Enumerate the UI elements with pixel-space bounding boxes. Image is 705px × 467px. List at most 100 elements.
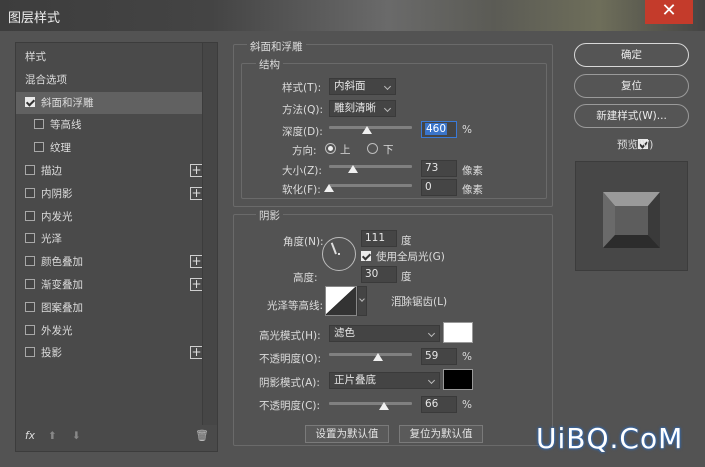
depth-input[interactable]: 460 xyxy=(421,121,457,138)
soften-slider-thumb[interactable] xyxy=(324,184,334,192)
style-item-checkbox[interactable] xyxy=(34,119,44,130)
shadow-mode-dropdown[interactable]: 正片叠底 xyxy=(329,372,440,389)
shadow-mode-label: 阴影模式(A): xyxy=(259,377,320,389)
style-item-checkbox[interactable] xyxy=(25,233,35,244)
gloss-contour-label: 光泽等高线: xyxy=(267,300,324,312)
shadow-color-swatch[interactable] xyxy=(443,369,473,390)
anti-alias-label: 消除锯齿(L) xyxy=(391,296,448,308)
reset-default-button[interactable]: 复位为默认值 xyxy=(399,425,483,443)
direction-up-radio[interactable] xyxy=(325,143,336,154)
highlight-opacity-track[interactable] xyxy=(329,353,412,356)
window-title: 图层样式 xyxy=(8,11,61,26)
reset-button[interactable]: 复位 xyxy=(574,74,689,98)
highlight-opacity-input[interactable]: 59 xyxy=(421,348,457,365)
style-item-checkbox[interactable] xyxy=(25,187,35,198)
gloss-contour-curve xyxy=(325,286,357,316)
style-item-label: 纹理 xyxy=(50,142,71,155)
soften-slider-track[interactable] xyxy=(329,184,412,187)
style-dropdown[interactable]: 内斜面 xyxy=(329,78,396,95)
new-style-button[interactable]: 新建样式(W)... xyxy=(574,104,689,128)
style-preview xyxy=(575,161,688,271)
style-item-checkbox[interactable] xyxy=(25,347,35,358)
gloss-contour-picker[interactable] xyxy=(325,286,357,316)
style-list-item[interactable]: 光泽 xyxy=(16,228,203,250)
soften-unit: 像素 xyxy=(462,184,483,196)
shadow-opacity-label: 不透明度(C): xyxy=(259,400,321,412)
size-input[interactable]: 73 xyxy=(421,160,457,177)
style-list-item[interactable]: 内发光 xyxy=(16,206,203,228)
altitude-label: 高度: xyxy=(293,272,318,284)
style-list-item[interactable]: 混合选项 xyxy=(16,69,203,91)
style-item-checkbox[interactable] xyxy=(25,301,35,312)
highlight-mode-dropdown[interactable]: 滤色 xyxy=(329,325,440,342)
fx-icon[interactable]: fx xyxy=(25,430,35,442)
style-item-checkbox[interactable] xyxy=(34,142,44,153)
highlight-color-swatch[interactable] xyxy=(443,322,473,343)
ok-button[interactable]: 确定 xyxy=(574,43,689,67)
style-list-item[interactable]: 外发光 xyxy=(16,320,203,342)
style-item-label: 等高线 xyxy=(50,119,82,132)
global-light-checkbox[interactable] xyxy=(361,251,371,261)
styles-list-scrollbar[interactable] xyxy=(202,43,217,425)
highlight-mode-label: 高光模式(H): xyxy=(259,330,321,342)
direction-label: 方向: xyxy=(292,145,317,157)
move-up-icon[interactable]: ⬆ xyxy=(48,430,57,442)
shadow-opacity-unit: % xyxy=(462,399,472,411)
style-list-item[interactable]: 投影 + xyxy=(16,342,203,364)
style-item-label: 描边 xyxy=(41,165,62,177)
gloss-contour-dropdown[interactable] xyxy=(357,286,367,316)
style-item-checkbox[interactable] xyxy=(25,324,35,335)
style-list-item[interactable]: 图案叠加 xyxy=(16,297,203,319)
shadow-opacity-track[interactable] xyxy=(329,402,412,405)
soften-input[interactable]: 0 xyxy=(421,179,457,196)
style-item-label: 图案叠加 xyxy=(41,301,83,314)
soften-label: 软化(F): xyxy=(282,184,321,196)
style-item-label: 混合选项 xyxy=(25,73,67,86)
style-item-label: 内发光 xyxy=(41,210,73,223)
style-item-label: 外发光 xyxy=(41,324,73,337)
style-list-item[interactable]: 纹理 xyxy=(16,137,203,159)
styles-list: 样式混合选项斜面和浮雕等高线纹理描边 + 内阴影 + 内发光光泽 颜色叠加 + 渐变叠加 + 图案… xyxy=(15,42,218,452)
angle-dial-center xyxy=(338,253,340,255)
style-item-checkbox[interactable] xyxy=(25,165,35,175)
highlight-opacity-thumb[interactable] xyxy=(372,353,383,361)
size-slider-track[interactable] xyxy=(329,165,412,168)
depth-unit: % xyxy=(462,124,472,136)
angle-dial[interactable] xyxy=(322,237,356,271)
set-default-button[interactable]: 设置为默认值 xyxy=(305,425,389,443)
direction-down-radio[interactable] xyxy=(367,143,378,154)
style-item-checkbox[interactable] xyxy=(25,96,35,107)
chevron-down-icon xyxy=(359,296,365,302)
altitude-input[interactable]: 30 xyxy=(361,266,397,283)
style-item-checkbox[interactable] xyxy=(25,210,35,221)
style-list-item[interactable]: 内阴影 + xyxy=(16,183,203,205)
close-button[interactable]: ✕ xyxy=(645,0,693,24)
style-item-label: 内阴影 xyxy=(41,187,73,200)
shadow-opacity-input[interactable]: 66 xyxy=(421,396,457,413)
size-slider-thumb[interactable] xyxy=(348,165,359,173)
style-list-item[interactable]: 样式 xyxy=(16,46,203,68)
style-list-item[interactable]: 描边 + xyxy=(16,160,203,182)
angle-dial-needle xyxy=(330,242,337,255)
size-label: 大小(Z): xyxy=(282,165,322,177)
style-list-item[interactable]: 斜面和浮雕 xyxy=(16,91,203,114)
depth-input-value: 460 xyxy=(425,123,448,135)
style-item-label: 投影 xyxy=(41,347,62,360)
move-down-icon[interactable]: ⬇ xyxy=(72,430,81,442)
trash-icon[interactable]: 🗑 xyxy=(195,429,209,442)
global-light-label: 使用全局光(G) xyxy=(376,251,445,263)
style-item-checkbox[interactable] xyxy=(25,256,35,267)
depth-label: 深度(D): xyxy=(282,126,323,138)
style-list-item[interactable]: 等高线 xyxy=(16,114,203,136)
shadow-opacity-thumb[interactable] xyxy=(378,402,389,410)
style-list-item[interactable]: 渐变叠加 + xyxy=(16,274,203,296)
structure-title: 结构 xyxy=(256,57,283,72)
method-dropdown[interactable]: 雕刻清晰 xyxy=(329,100,396,117)
style-item-label: 样式 xyxy=(25,51,46,63)
watermark: UiBQ.CoM xyxy=(536,422,684,455)
style-list-item[interactable]: 颜色叠加 + xyxy=(16,251,203,273)
angle-input[interactable]: 111 xyxy=(361,230,397,247)
depth-slider-thumb[interactable] xyxy=(362,126,373,134)
direction-down-label: 下 xyxy=(383,144,394,156)
style-item-checkbox[interactable] xyxy=(25,279,35,289)
